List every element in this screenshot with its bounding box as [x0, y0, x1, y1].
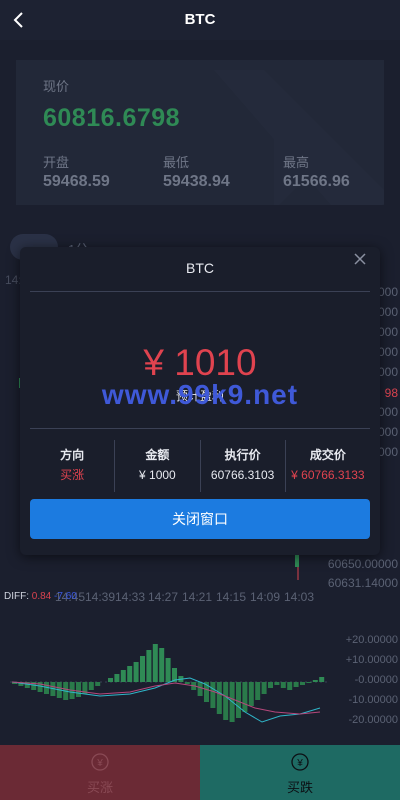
macd-bar — [127, 666, 133, 682]
time-axis-label: 14:27 — [148, 590, 179, 604]
direction-column: 方向 买涨 — [30, 440, 116, 492]
svg-text:¥: ¥ — [296, 758, 303, 769]
macd-bar — [159, 648, 165, 682]
site-watermark: www.99k9.net — [101, 379, 299, 410]
dea-value: -7.60 — [54, 591, 77, 602]
macd-bar — [76, 682, 81, 697]
price-card: 现价 60816.6798 开盘 59468.59 最低 59438.94 最高… — [16, 60, 384, 205]
column-head: 方向 — [60, 448, 85, 462]
diff-label: DIFF: — [4, 591, 29, 602]
buy-down-button[interactable]: ¥ 买跌 — [200, 745, 400, 800]
close-window-button[interactable]: 关闭窗口 — [30, 499, 370, 539]
macd-bar — [140, 656, 145, 682]
current-price-value: 60816.6798 — [43, 104, 181, 132]
macd-bar — [261, 682, 267, 694]
macd-bar — [255, 682, 261, 700]
deal-price-column: 成交价 ¥ 60766.3133 — [286, 440, 370, 492]
macd-bar — [293, 682, 299, 687]
page-title: BTC — [184, 11, 216, 28]
column-head: 金额 — [145, 448, 170, 462]
macd-axis-label: -0.00000 — [355, 674, 398, 686]
macd-bar — [236, 682, 241, 718]
column-value: ¥ 60766.3133 — [291, 468, 365, 482]
profit-amount: ¥ 1010 — [143, 342, 257, 383]
macd-bar — [108, 678, 113, 682]
time-axis-label: 14:39 — [85, 590, 116, 604]
macd-bar — [216, 682, 222, 714]
open-value: 59468.59 — [43, 173, 110, 190]
buy-up-label: 买涨 — [86, 780, 113, 795]
current-price-label: 现价 — [43, 79, 70, 94]
column-value: ¥ 1000 — [139, 468, 176, 482]
macd-bar — [210, 682, 216, 708]
time-axis-label: 14:21 — [182, 590, 213, 604]
macd-axis-label: -20.00000 — [348, 714, 398, 726]
open-label: 开盘 — [43, 155, 70, 170]
buy-down-label: 买跌 — [286, 780, 313, 795]
macd-bar — [133, 662, 139, 682]
macd-bar — [312, 680, 318, 682]
macd-bar — [114, 674, 120, 682]
time-axis-label: 14:09 — [250, 590, 281, 604]
column-head: 执行价 — [224, 448, 261, 462]
macd-bar — [274, 682, 280, 685]
amount-column: 金额 ¥ 1000 — [115, 440, 201, 492]
low-value: 59438.94 — [163, 173, 230, 190]
time-axis-label: 14:33 — [115, 590, 146, 604]
yuan-down-icon: ¥ — [291, 753, 309, 771]
high-value: 61566.96 — [283, 173, 350, 190]
modal-divider — [30, 428, 370, 429]
column-value: 买涨 — [60, 468, 85, 482]
macd-axis-label: -10.00000 — [348, 694, 398, 706]
top-header: BTC — [0, 0, 400, 40]
macd-bar — [319, 677, 325, 682]
macd-bar — [165, 658, 171, 682]
time-axis-label: 14:15 — [216, 590, 247, 604]
macd-bar — [248, 682, 254, 706]
modal-title: BTC — [186, 260, 214, 276]
macd-bar — [223, 682, 229, 720]
diff-value: 0.84 — [31, 591, 52, 602]
macd-axis-label: +20.00000 — [346, 634, 398, 646]
macd-chart: +20.00000 +10.00000 -0.00000 -10.00000 -… — [10, 634, 398, 726]
macd-bar — [120, 670, 126, 682]
macd-bar — [146, 650, 152, 682]
trade-bar: ¥ 买涨 ¥ 买跌 — [0, 745, 400, 800]
order-details: 方向 买涨 金额 ¥ 1000 执行价 60766.3103 成交价 ¥ 607… — [30, 440, 370, 500]
buy-up-button[interactable]: ¥ 买涨 — [0, 745, 200, 800]
close-icon[interactable] — [352, 251, 368, 267]
column-head: 成交价 — [309, 448, 346, 462]
macd-bar — [287, 682, 293, 690]
macd-axis-label: +10.00000 — [346, 654, 398, 666]
column-value: 60766.3103 — [210, 468, 275, 482]
macd-bar — [88, 682, 94, 690]
macd-bar — [268, 682, 273, 688]
macd-bar — [197, 682, 203, 696]
modal-divider — [30, 291, 370, 292]
macd-bar — [152, 644, 158, 682]
order-result-modal: BTC ¥ 1010 预计盈利 www.99k9.net 方向 买涨 金额 ¥ … — [20, 247, 380, 555]
yuan-up-icon: ¥ — [91, 753, 109, 771]
macd-bar — [95, 682, 101, 686]
macd-bar — [300, 682, 305, 685]
high-label: 最高 — [283, 155, 310, 170]
time-axis-label: 14:03 — [284, 590, 315, 604]
diff-indicator: DIFF: 0.84 -7.60 — [4, 591, 77, 602]
low-label: 最低 — [163, 155, 190, 170]
macd-bar — [184, 682, 190, 684]
svg-text:¥: ¥ — [96, 758, 103, 769]
macd-bar — [280, 682, 286, 688]
macd-bar — [306, 682, 312, 683]
macd-bar — [242, 682, 248, 712]
exec-price-column: 执行价 60766.3103 — [201, 440, 286, 492]
